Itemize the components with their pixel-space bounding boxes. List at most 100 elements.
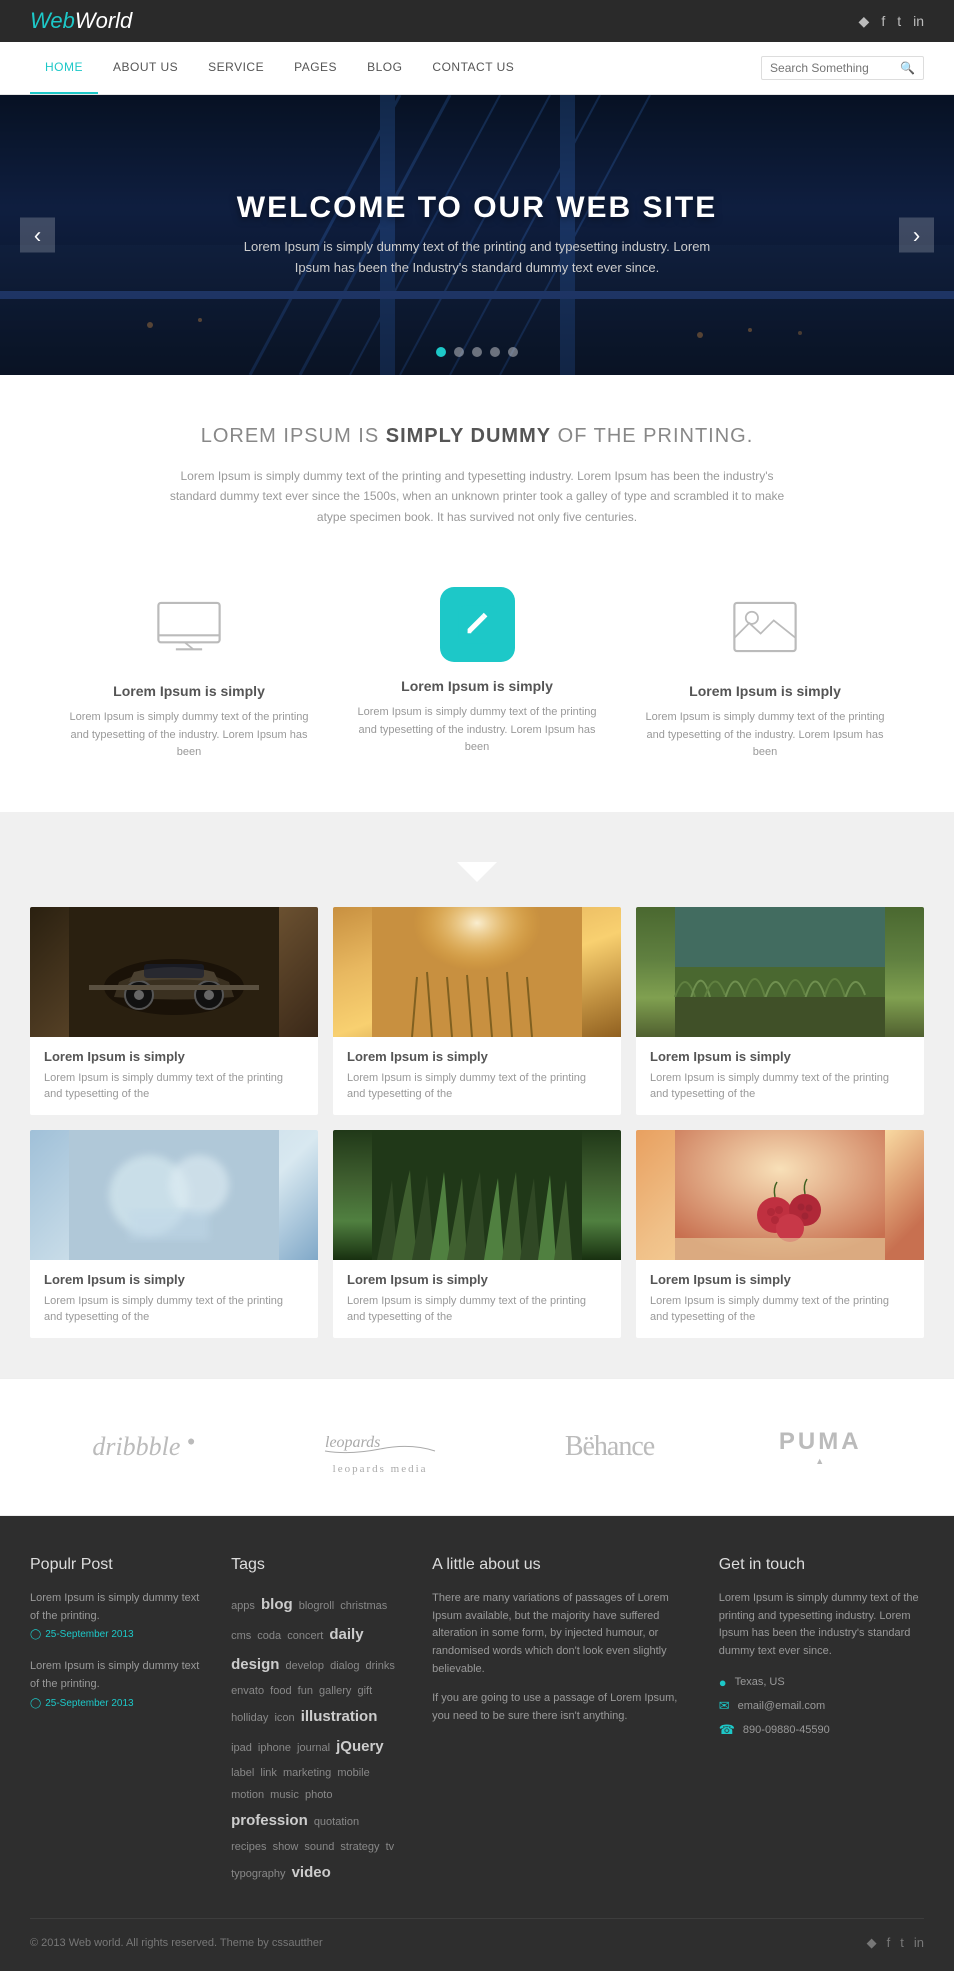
tag-envato[interactable]: envato (231, 1685, 264, 1697)
tag-label[interactable]: label (231, 1767, 254, 1779)
tag-recipes[interactable]: recipes (231, 1841, 266, 1853)
logo-world: World (75, 8, 132, 33)
tag-quotation[interactable]: quotation (314, 1816, 359, 1828)
facebook-icon[interactable]: f (881, 13, 885, 30)
puma-label: PUMA (779, 1428, 862, 1455)
footer-linkedin-icon[interactable]: in (914, 1935, 924, 1951)
hero-title: WELCOME TO OUR WEB SITE (227, 191, 727, 225)
portfolio-item-2[interactable]: Lorem Ipsum is simply Lorem Ipsum is sim… (333, 907, 621, 1115)
tag-daily[interactable]: daily (329, 1626, 363, 1643)
tag-mobile[interactable]: mobile (337, 1767, 369, 1779)
tag-fun[interactable]: fun (298, 1685, 313, 1697)
tags-title: Tags (231, 1556, 402, 1574)
nav-contact[interactable]: CONTACT US (417, 42, 529, 94)
nav-home[interactable]: HOME (30, 42, 98, 94)
tag-christmas[interactable]: christmas (340, 1600, 387, 1612)
tag-iphone[interactable]: iphone (258, 1742, 291, 1754)
tag-marketing[interactable]: marketing (283, 1767, 331, 1779)
nav-service[interactable]: SERVICE (193, 42, 279, 94)
intro-heading-normal: LOREM IPSUM IS (201, 425, 386, 447)
hero-dot-1[interactable] (436, 347, 446, 357)
portfolio-arrow (30, 862, 924, 887)
linkedin-icon[interactable]: in (913, 13, 924, 30)
footer-twitter-icon[interactable]: t (900, 1935, 904, 1951)
portfolio-1-title: Lorem Ipsum is simply (44, 1049, 304, 1064)
brands-section: dribbble ● leopards leopards media Bëhan… (0, 1378, 954, 1516)
portfolio-6-body: Lorem Ipsum is simply dummy text of the … (650, 1293, 910, 1326)
tag-concert[interactable]: concert (287, 1630, 323, 1642)
brand-leopards-media: leopards leopards media (320, 1419, 440, 1475)
portfolio-2-title: Lorem Ipsum is simply (347, 1049, 607, 1064)
tag-motion[interactable]: motion (231, 1789, 264, 1801)
tag-video[interactable]: video (292, 1864, 331, 1881)
portfolio-5-title: Lorem Ipsum is simply (347, 1272, 607, 1287)
footer-post-2: Lorem Ipsum is simply dummy text of the … (30, 1658, 201, 1708)
hero-dot-3[interactable] (472, 347, 482, 357)
twitter-icon[interactable]: t (897, 13, 901, 30)
portfolio-img-3 (636, 907, 924, 1037)
portfolio-item-3[interactable]: Lorem Ipsum is simply Lorem Ipsum is sim… (636, 907, 924, 1115)
portfolio-3-title: Lorem Ipsum is simply (650, 1049, 910, 1064)
rss-icon[interactable]: ◆ (859, 13, 870, 30)
tag-food[interactable]: food (270, 1685, 291, 1697)
tag-strategy[interactable]: strategy (340, 1841, 379, 1853)
tag-develop[interactable]: develop (285, 1660, 324, 1672)
tag-jquery[interactable]: jQuery (336, 1738, 384, 1755)
tag-sound[interactable]: sound (304, 1841, 334, 1853)
nav-pages[interactable]: PAGES (279, 42, 352, 94)
tag-cms[interactable]: cms (231, 1630, 251, 1642)
tag-gift[interactable]: gift (357, 1685, 372, 1697)
tag-blogroll[interactable]: blogroll (299, 1600, 334, 1612)
tag-blog[interactable]: blog (261, 1596, 293, 1613)
footer-facebook-icon[interactable]: f (887, 1935, 891, 1951)
tag-tv[interactable]: tv (386, 1841, 395, 1853)
footer-tags-col: Tags apps blog blogroll christmas cms co… (231, 1556, 402, 1888)
tag-coda[interactable]: coda (257, 1630, 281, 1642)
nav-about[interactable]: ABOUT US (98, 42, 193, 94)
hero-prev-button[interactable]: ‹ (20, 218, 55, 253)
intro-section: LOREM IPSUM IS SIMPLY DUMMY OF THE PRINT… (0, 375, 954, 557)
tag-dialog[interactable]: dialog (330, 1660, 359, 1672)
nav-blog[interactable]: BLOG (352, 42, 417, 94)
contact-email-item: ✉ email@email.com (719, 1698, 924, 1714)
tag-photo[interactable]: photo (305, 1789, 333, 1801)
logo[interactable]: WebWorld (30, 8, 132, 34)
portfolio-item-4[interactable]: Lorem Ipsum is simply Lorem Ipsum is sim… (30, 1130, 318, 1338)
monitor-icon (149, 587, 229, 667)
tag-holiday[interactable]: holliday (231, 1712, 268, 1724)
tag-link[interactable]: link (260, 1767, 277, 1779)
tag-show[interactable]: show (273, 1841, 299, 1853)
search-input[interactable] (770, 61, 900, 75)
tag-music[interactable]: music (270, 1789, 299, 1801)
feature-monitor: Lorem Ipsum is simply Lorem Ipsum is sim… (60, 587, 318, 762)
tag-journal[interactable]: journal (297, 1742, 330, 1754)
tag-gallery[interactable]: gallery (319, 1685, 351, 1697)
portfolio-grid: Lorem Ipsum is simply Lorem Ipsum is sim… (30, 907, 924, 1338)
tag-illustration[interactable]: illustration (301, 1708, 378, 1725)
portfolio-item-1[interactable]: Lorem Ipsum is simply Lorem Ipsum is sim… (30, 907, 318, 1115)
tag-profession[interactable]: profession (231, 1812, 308, 1829)
tag-icon[interactable]: icon (274, 1712, 294, 1724)
portfolio-item-5[interactable]: Lorem Ipsum is simply Lorem Ipsum is sim… (333, 1130, 621, 1338)
footer-social-icons: ◆ f t in (867, 1935, 924, 1951)
hero-dot-4[interactable] (490, 347, 500, 357)
portfolio-img-4 (30, 1130, 318, 1260)
tag-drinks[interactable]: drinks (366, 1660, 395, 1672)
hero-dot-2[interactable] (454, 347, 464, 357)
portfolio-1-body: Lorem Ipsum is simply dummy text of the … (44, 1070, 304, 1103)
tag-ipad[interactable]: ipad (231, 1742, 252, 1754)
post-2-text: Lorem Ipsum is simply dummy text of the … (30, 1658, 201, 1693)
feature-2-title: Lorem Ipsum is simply (348, 678, 606, 694)
hero-content: WELCOME TO OUR WEB SITE Lorem Ipsum is s… (227, 191, 727, 279)
portfolio-section: Lorem Ipsum is simply Lorem Ipsum is sim… (0, 812, 954, 1378)
search-icon[interactable]: 🔍 (900, 61, 915, 75)
tag-typography[interactable]: typography (231, 1868, 285, 1880)
footer-rss-icon[interactable]: ◆ (867, 1935, 877, 1951)
image-icon (725, 587, 805, 667)
hero-next-button[interactable]: › (899, 218, 934, 253)
footer-popular-post: Populr Post Lorem Ipsum is simply dummy … (30, 1556, 201, 1888)
hero-dot-5[interactable] (508, 347, 518, 357)
tag-apps[interactable]: apps (231, 1600, 255, 1612)
portfolio-item-6[interactable]: Lorem Ipsum is simply Lorem Ipsum is sim… (636, 1130, 924, 1338)
tag-design[interactable]: design (231, 1656, 279, 1673)
